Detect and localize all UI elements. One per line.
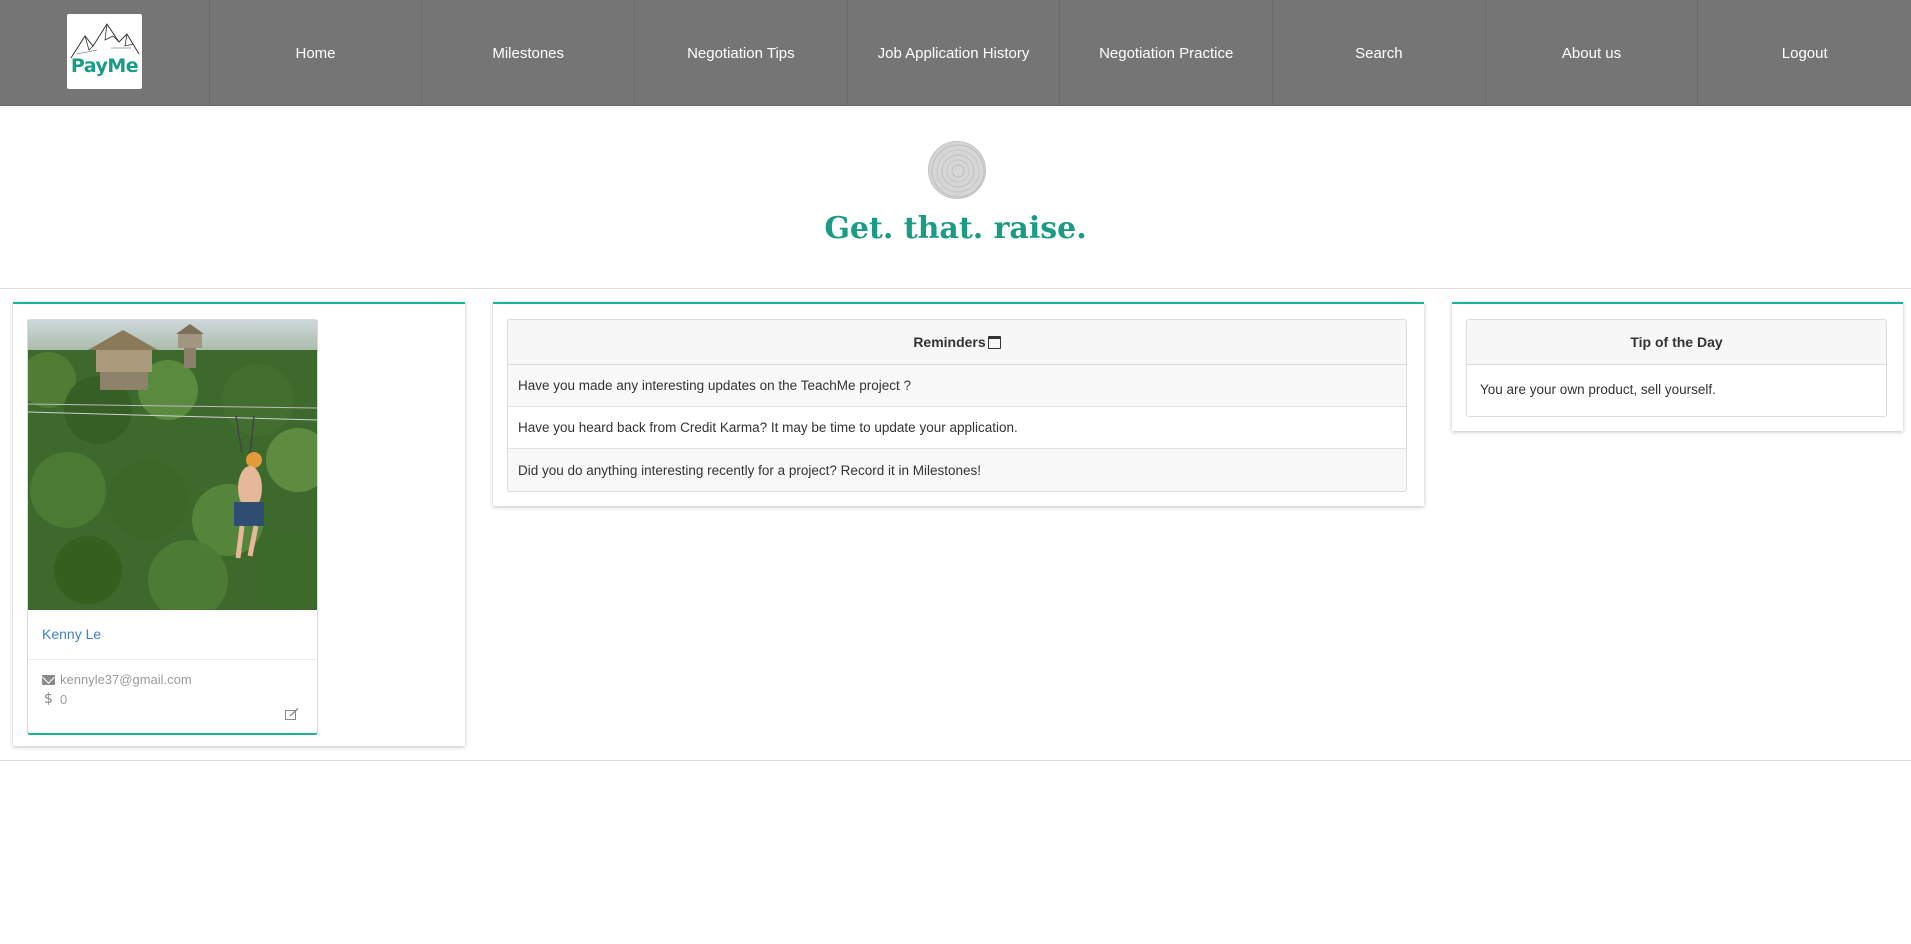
reminder-item: Have you made any interesting updates on…	[508, 365, 1406, 407]
logo-cell: PayMe	[0, 0, 210, 106]
hero-section: Get. that. raise.	[0, 107, 1911, 289]
top-navbar: PayMe Home Milestones Negotiation Tips J…	[0, 0, 1911, 106]
hero-title: Get. that. raise.	[824, 211, 1087, 246]
profile-card: Kenny Le kennyle37@gmail.com $ 0	[27, 319, 318, 735]
nav-logout[interactable]: Logout	[1698, 0, 1911, 106]
nav-about-us[interactable]: About us	[1486, 0, 1699, 106]
bottom-divider	[0, 760, 1911, 761]
reminder-item: Did you do anything interesting recently…	[508, 449, 1406, 491]
nav-milestones[interactable]: Milestones	[422, 0, 636, 106]
tip-card: Tip of the Day You are your own product,…	[1466, 319, 1887, 417]
reminder-item: Have you heard back from Credit Karma? I…	[508, 407, 1406, 449]
reminders-list: Have you made any interesting updates on…	[508, 365, 1406, 491]
profile-money-value: 0	[60, 691, 68, 707]
tip-panel: Tip of the Day You are your own product,…	[1452, 302, 1903, 431]
nav-home[interactable]: Home	[210, 0, 423, 106]
reminders-header: Reminders	[508, 320, 1406, 365]
profile-money: $ 0	[42, 691, 67, 707]
profile-photo	[28, 320, 317, 610]
reminders-title: Reminders	[913, 334, 986, 350]
nav-negotiation-practice[interactable]: Negotiation Practice	[1060, 0, 1274, 106]
mountain-logo-icon	[70, 23, 140, 59]
reminders-panel: Reminders Have you made any interesting …	[493, 302, 1424, 506]
profile-email-text: kennyle37@gmail.com	[60, 672, 192, 687]
payme-logo[interactable]: PayMe	[67, 14, 142, 89]
edit-icon[interactable]	[285, 708, 299, 720]
nav-search[interactable]: Search	[1273, 0, 1486, 106]
tip-text: You are your own product, sell yourself.	[1480, 381, 1716, 397]
profile-email: kennyle37@gmail.com	[42, 672, 192, 687]
profile-divider	[28, 659, 317, 660]
logo-text: PayMe	[70, 55, 139, 77]
profile-panel: Kenny Le kennyle37@gmail.com $ 0	[13, 302, 465, 746]
profile-name-link[interactable]: Kenny Le	[42, 626, 101, 642]
hero-spiral-icon	[928, 141, 986, 199]
calendar-icon	[987, 335, 1001, 349]
tip-header: Tip of the Day	[1467, 320, 1886, 365]
dollar-icon: $	[44, 691, 53, 707]
reminders-card: Reminders Have you made any interesting …	[507, 319, 1407, 492]
envelope-icon	[42, 674, 55, 685]
nav-negotiation-tips[interactable]: Negotiation Tips	[635, 0, 848, 106]
nav-job-application-history[interactable]: Job Application History	[848, 0, 1061, 106]
